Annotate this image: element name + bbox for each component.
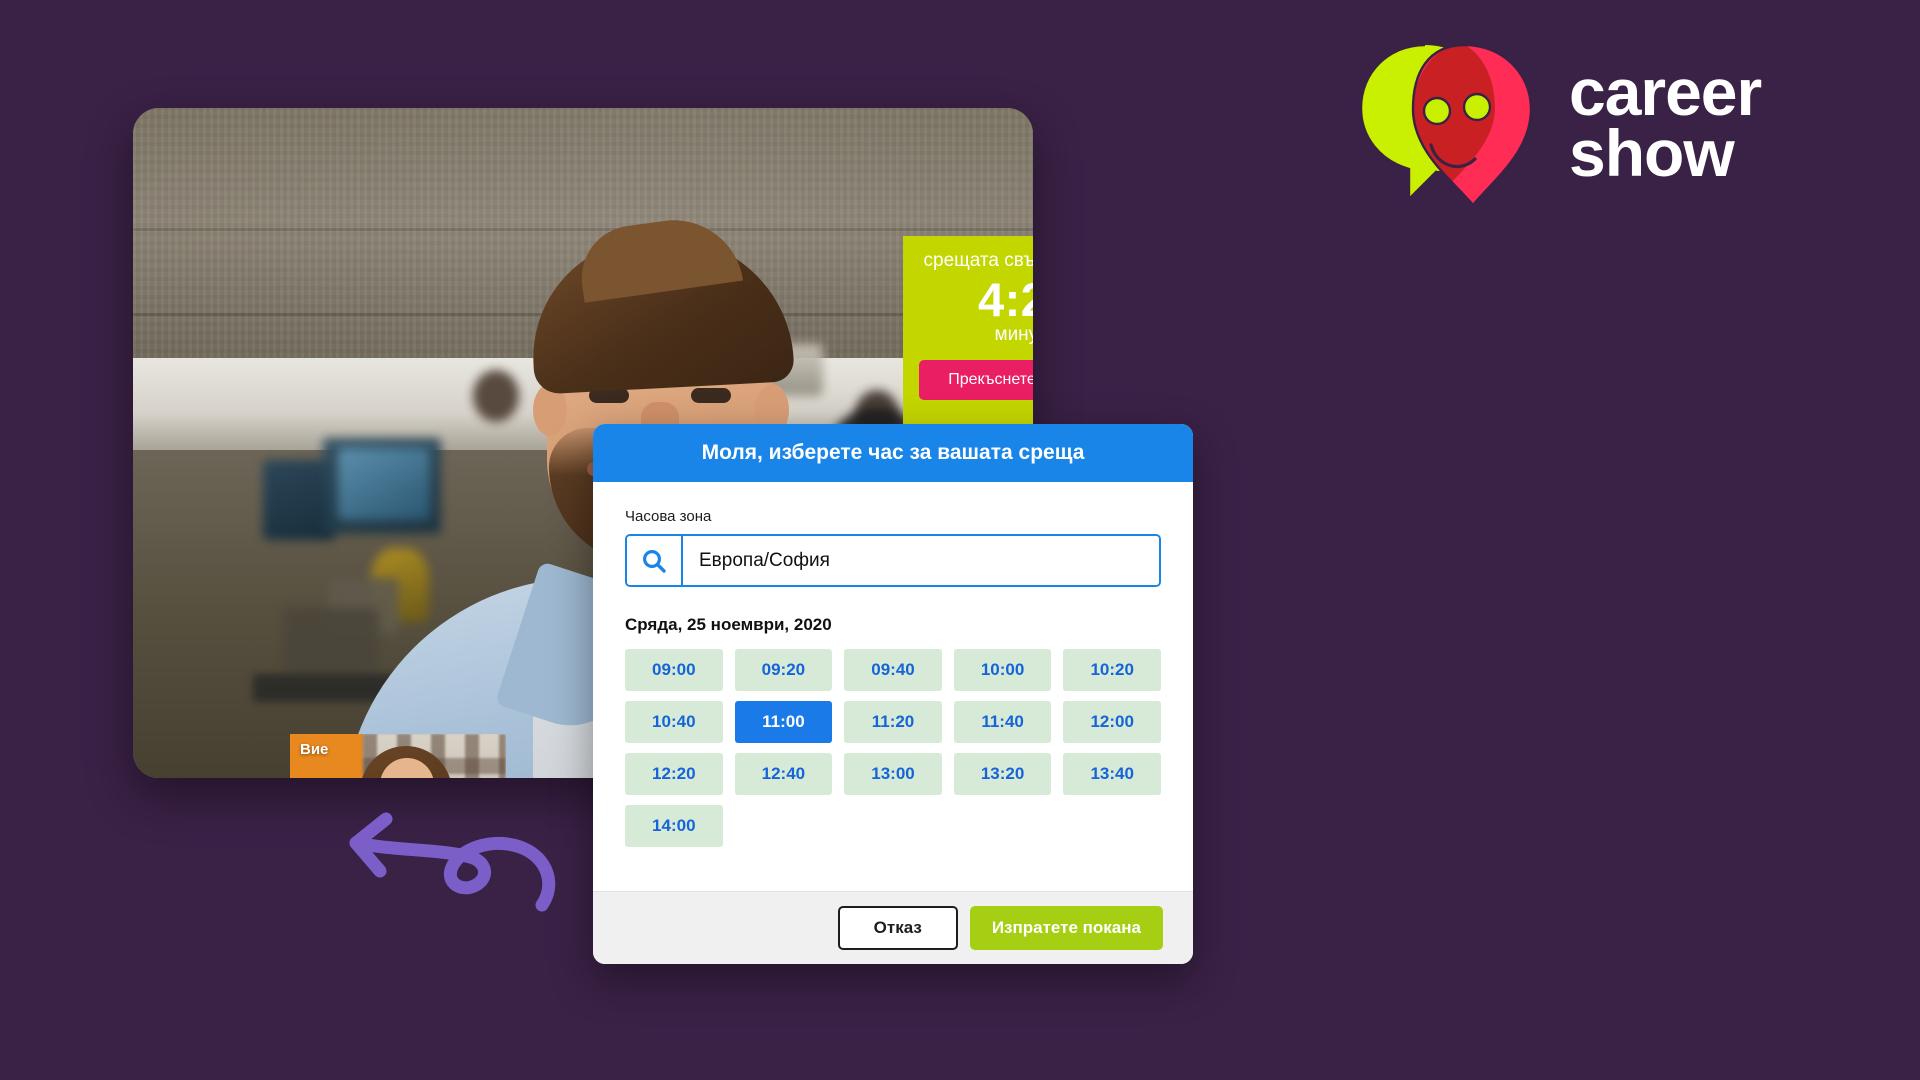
time-slot-11-40[interactable]: 11:40 [953,701,1052,743]
page-root: срещата свършва след 4:23 минути Прекъсн… [0,0,1920,1080]
dialog-title: Моля, изберете час за вашата среща [593,424,1193,482]
self-view-thumbnail[interactable]: Вие [290,734,506,778]
dialog-footer: Отказ Изпратете покана [593,891,1193,964]
time-slot-10-20[interactable]: 10:20 [1063,649,1161,691]
time-slot-13-20[interactable]: 13:20 [953,753,1052,795]
self-view-label: Вие [300,741,329,758]
meeting-time-picker-dialog: Моля, изберете час за вашата среща Часов… [593,424,1193,964]
dialog-body: Часова зона Сряда, 25 ноември, 2020 09:0… [593,482,1193,891]
timezone-field[interactable] [625,534,1161,587]
send-invitation-button[interactable]: Изпратете покана [969,906,1163,950]
time-slot-grid: 09:00 09:20 09:40 10:00 10:20 10:40 11:00 11:20… [625,649,1161,847]
curly-arrow-left-icon [349,812,556,912]
time-slot-14-00[interactable]: 14:00 [625,805,723,847]
timer-countdown-value: 4:23 [977,272,1033,326]
timer-unit-label: минути [994,324,1034,346]
timer-title: срещата свършва след [923,250,1033,271]
time-slot-09-40[interactable]: 09:40 [844,649,942,691]
cancel-button[interactable]: Отказ [837,906,958,950]
time-slot-10-40[interactable]: 10:40 [625,701,723,743]
time-slot-09-00[interactable]: 09:00 [625,649,723,691]
selected-date-title: Сряда, 25 ноември, 2020 [625,615,832,634]
time-slot-09-20[interactable]: 09:20 [734,649,833,691]
time-slot-12-40[interactable]: 12:40 [734,753,833,795]
time-slot-10-00[interactable]: 10:00 [953,649,1052,691]
end-meeting-button[interactable]: Прекъснете срещата [919,360,1033,401]
timezone-input[interactable] [683,536,1159,585]
timezone-label: Часова зона [625,508,712,525]
curly-arrow-decoration [320,805,570,940]
logo-line-2: show [1569,116,1735,190]
time-slot-13-40[interactable]: 13:40 [1063,753,1161,795]
meeting-timer-panel: срещата свършва след 4:23 минути Прекъсн… [903,236,1033,428]
career-show-bubbles-icon [1359,43,1533,207]
self-view-person [346,742,466,778]
logo-line-1: career [1569,54,1762,129]
search-icon [627,536,683,585]
time-slot-12-20[interactable]: 12:20 [625,753,723,795]
time-slot-11-20[interactable]: 11:20 [844,701,942,743]
time-slot-13-00[interactable]: 13:00 [844,753,942,795]
time-slot-12-00[interactable]: 12:00 [1063,701,1161,743]
career-show-logo: career show [1355,28,1885,218]
logo-wordmark: career show [1569,54,1762,190]
time-slot-11-00[interactable]: 11:00 [734,701,833,743]
desk-box-2 [283,608,379,678]
